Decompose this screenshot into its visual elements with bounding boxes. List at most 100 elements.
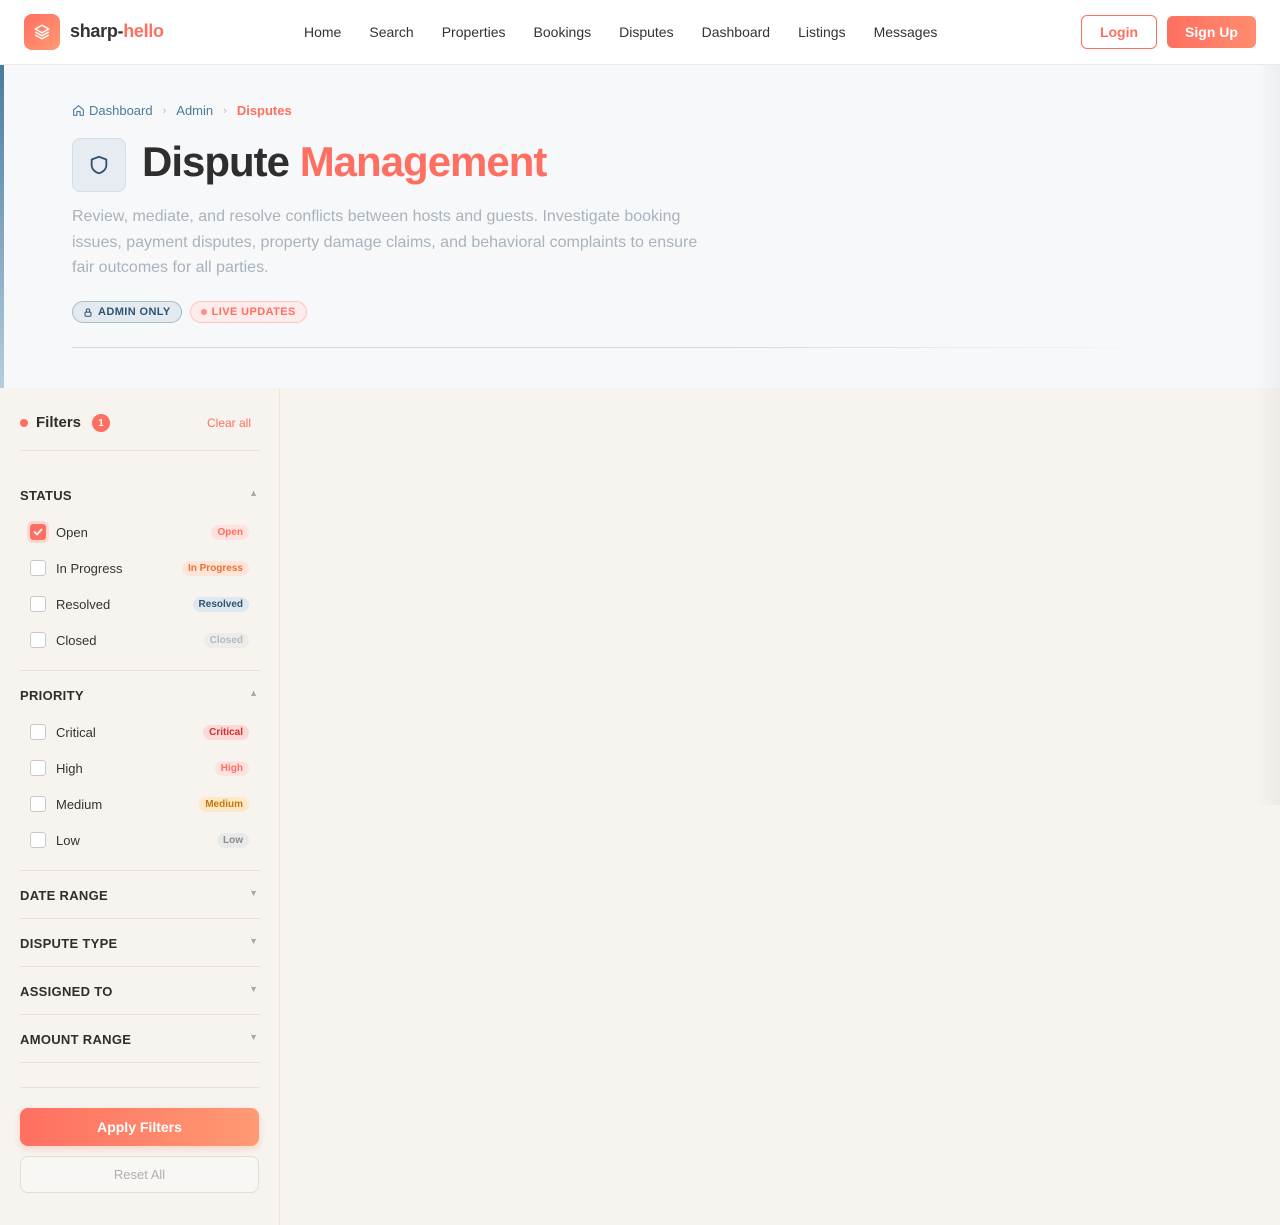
option-label: In Progress	[56, 561, 123, 576]
chevron-up-icon: ▲	[249, 488, 258, 498]
priority-option-high[interactable]: High High	[28, 756, 250, 780]
checkbox[interactable]	[30, 760, 46, 776]
breadcrumb-current: Disputes	[236, 103, 292, 118]
priority-tag-critical: Critical	[203, 725, 249, 740]
page-description: Review, mediate, and resolve conflicts b…	[72, 208, 698, 276]
nav-link-home[interactable]: Home	[304, 24, 341, 40]
divider	[20, 670, 260, 671]
checkbox[interactable]	[30, 724, 46, 740]
status-tag-closed: Closed	[203, 633, 249, 648]
filters-sidebar: Filters 1 Clear all STATUS ▲ Open Open I…	[0, 388, 280, 1225]
status-option-open[interactable]: Open Open	[28, 520, 250, 544]
status-option-resolved[interactable]: Resolved Resolved	[28, 592, 250, 616]
priority-section-header[interactable]: PRIORITY ▲	[20, 686, 260, 706]
live-updates-label: LIVE UPDATES	[211, 306, 296, 318]
status-option-closed[interactable]: Closed Closed	[28, 628, 250, 652]
option-label: Closed	[56, 633, 97, 648]
checkbox[interactable]	[30, 596, 46, 612]
chevron-down-icon: ▼	[249, 888, 258, 898]
status-section-header[interactable]: STATUS ▲	[20, 486, 260, 506]
header-badges: ADMIN ONLY LIVE UPDATES	[72, 301, 315, 323]
divider	[20, 450, 260, 451]
chevron-right-icon: ›	[223, 104, 227, 117]
signup-button[interactable]: Sign Up	[1167, 16, 1256, 48]
priority-section-title: PRIORITY	[20, 688, 84, 703]
status-option-in-progress[interactable]: In Progress In Progress	[28, 556, 250, 580]
dispute-type-section-header[interactable]: DISPUTE TYPE ▼	[20, 934, 260, 954]
nav-link-bookings[interactable]: Bookings	[534, 24, 592, 40]
page-title-part-a: Dispute	[142, 138, 290, 185]
divider	[20, 1014, 260, 1015]
checkbox[interactable]	[30, 832, 46, 848]
brand-name-part-b: hello	[123, 21, 164, 41]
breadcrumb: Dashboard › Admin › Disputes	[72, 103, 292, 118]
divider	[20, 918, 260, 919]
nav-link-listings[interactable]: Listings	[798, 24, 845, 40]
live-updates-badge: LIVE UPDATES	[189, 301, 307, 323]
clear-all-button[interactable]: Clear all	[207, 416, 251, 430]
chevron-down-icon: ▼	[249, 936, 258, 946]
assigned-to-section-title: ASSIGNED TO	[20, 984, 113, 999]
option-label: High	[56, 761, 83, 776]
dispute-type-section-title: DISPUTE TYPE	[20, 936, 118, 951]
date-range-section-title: DATE RANGE	[20, 888, 108, 903]
apply-filters-button[interactable]: Apply Filters	[20, 1108, 259, 1146]
divider	[20, 1062, 260, 1063]
assigned-to-section-header[interactable]: ASSIGNED TO ▼	[20, 982, 260, 1002]
chevron-down-icon: ▼	[249, 1032, 258, 1042]
chevron-down-icon: ▼	[249, 984, 258, 994]
nav-link-properties[interactable]: Properties	[442, 24, 506, 40]
filters-title: Filters	[36, 414, 82, 431]
checkbox[interactable]	[30, 796, 46, 812]
option-label: Critical	[56, 725, 96, 740]
login-button[interactable]: Login	[1081, 15, 1157, 49]
priority-option-low[interactable]: Low Low	[28, 828, 250, 852]
header-divider	[72, 347, 1172, 348]
chevron-right-icon: ›	[162, 104, 167, 117]
option-label: Open	[56, 525, 88, 540]
checkbox-checked[interactable]	[30, 524, 46, 540]
lock-icon	[84, 307, 92, 317]
live-dot-icon	[200, 309, 207, 315]
amount-range-section-header[interactable]: AMOUNT RANGE ▼	[20, 1030, 260, 1050]
divider	[20, 966, 260, 967]
layers-icon[interactable]	[24, 14, 60, 50]
divider	[20, 870, 260, 871]
reset-all-button[interactable]: Reset All	[20, 1156, 259, 1193]
admin-only-badge: ADMIN ONLY	[72, 301, 182, 323]
priority-tag-medium: Medium	[199, 797, 249, 812]
status-tag-resolved: Resolved	[192, 597, 249, 612]
shield-icon	[72, 138, 126, 192]
checkbox[interactable]	[30, 560, 46, 576]
option-label: Medium	[56, 797, 103, 812]
check-icon	[33, 528, 43, 536]
home-icon	[72, 104, 85, 117]
status-section-title: STATUS	[20, 488, 72, 503]
top-navbar: sharp-hello Home Search Properties Booki…	[0, 0, 1280, 65]
date-range-section-header[interactable]: DATE RANGE ▼	[20, 886, 260, 906]
amount-range-section-title: AMOUNT RANGE	[20, 1032, 132, 1047]
status-tag-open: Open	[211, 525, 249, 540]
nav-link-messages[interactable]: Messages	[874, 24, 938, 40]
main-content-area	[280, 388, 1280, 1225]
breadcrumb-dashboard[interactable]: Dashboard	[89, 103, 153, 118]
divider	[20, 1087, 260, 1088]
priority-option-critical[interactable]: Critical Critical	[28, 720, 250, 744]
nav-link-disputes[interactable]: Disputes	[619, 24, 673, 40]
checkbox[interactable]	[30, 632, 46, 648]
filters-header: Filters 1 Clear all	[20, 412, 260, 452]
page-header: Dashboard › Admin › Disputes Dispute Man…	[0, 65, 1280, 388]
nav-link-dashboard[interactable]: Dashboard	[702, 24, 771, 40]
brand-name[interactable]: sharp-hello	[70, 21, 164, 42]
priority-tag-high: High	[214, 761, 249, 776]
page-title: Dispute Management	[142, 137, 547, 187]
priority-option-medium[interactable]: Medium Medium	[28, 792, 250, 816]
hero-accent-bar	[0, 65, 4, 388]
breadcrumb-admin[interactable]: Admin	[176, 103, 213, 118]
filters-dot-icon	[20, 419, 28, 427]
nav-link-search[interactable]: Search	[369, 24, 413, 40]
option-label: Low	[56, 833, 80, 848]
chevron-up-icon: ▲	[249, 688, 258, 698]
nav-links: Home Search Properties Bookings Disputes…	[290, 0, 951, 64]
option-label: Resolved	[56, 597, 111, 612]
